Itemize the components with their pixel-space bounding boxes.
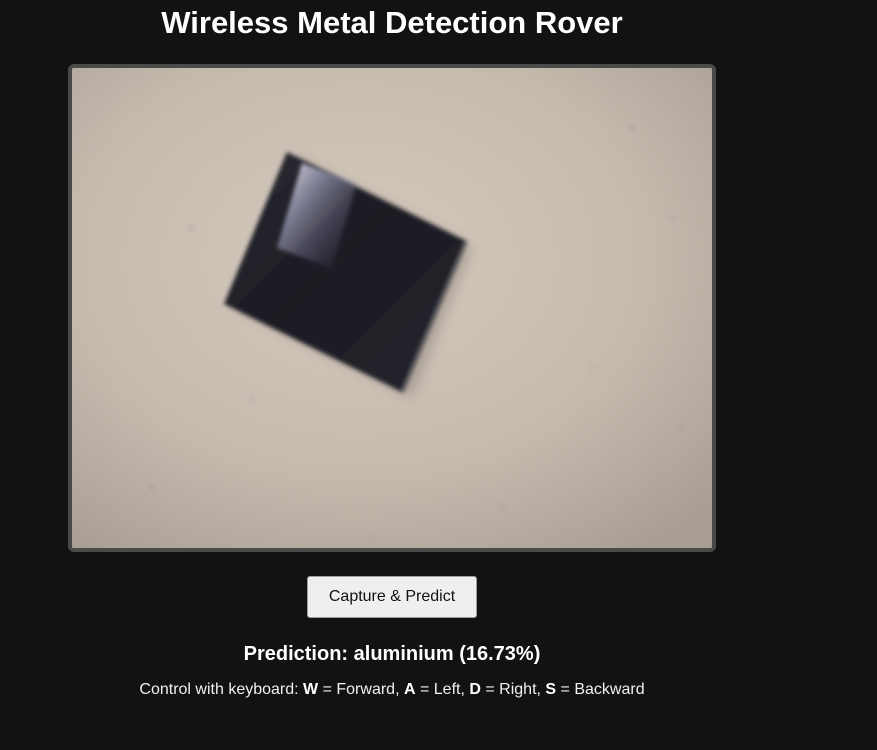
page: Wireless Metal Detection Rover Capture &… [0, 0, 877, 750]
key-forward: W [303, 681, 319, 698]
keyboard-controls-hint: Control with keyboard: W = Forward, A = … [0, 680, 784, 700]
key-right-action: = Right, [485, 681, 541, 698]
key-left-action: = Left, [419, 681, 465, 698]
capture-predict-button[interactable]: Capture & Predict [307, 576, 477, 618]
camera-feed [68, 64, 716, 552]
page-title: Wireless Metal Detection Rover [161, 5, 623, 40]
key-backward-action: = Backward [560, 681, 645, 698]
key-backward: S [545, 681, 557, 698]
camera-feed-image [72, 68, 712, 548]
controls-intro: Control with keyboard: [139, 681, 299, 698]
key-left: A [403, 681, 416, 698]
prediction-result: Prediction: aluminium (16.73%) [243, 643, 541, 665]
key-right: D [469, 681, 481, 698]
key-forward-action: = Forward, [322, 681, 400, 698]
